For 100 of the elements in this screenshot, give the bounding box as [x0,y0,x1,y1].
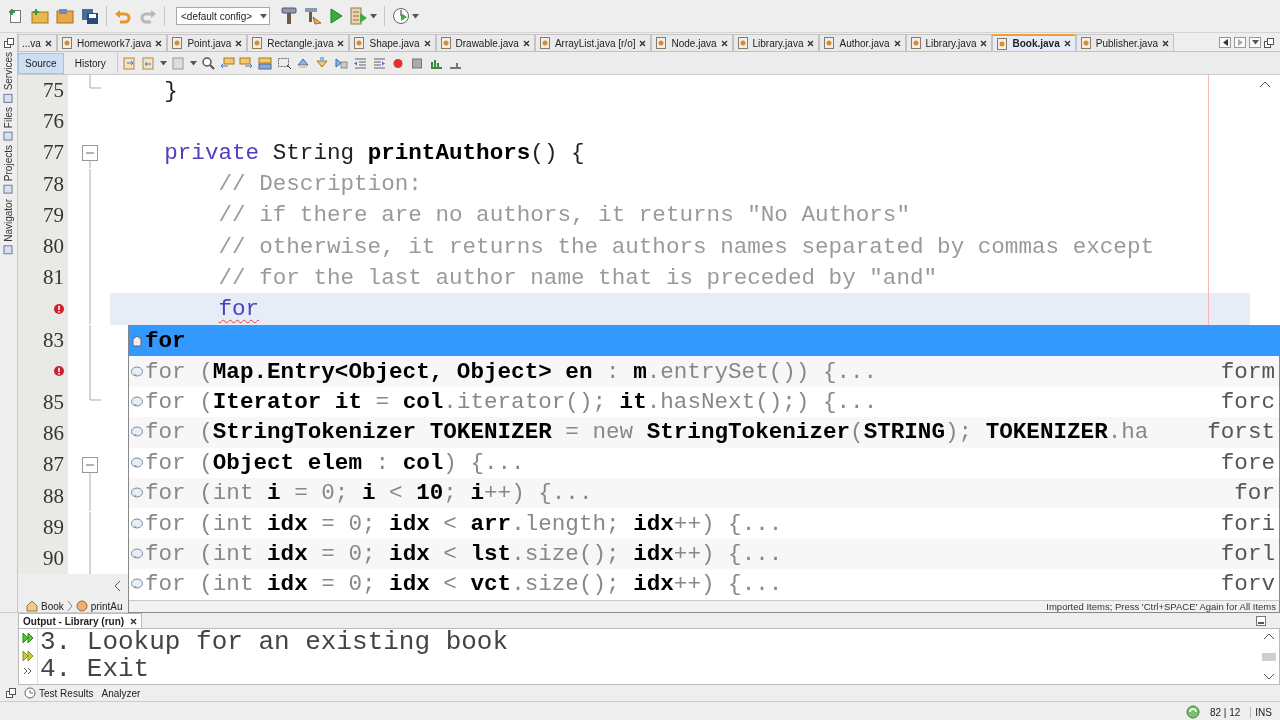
view-tab[interactable]: Source [18,52,64,74]
completion-item[interactable]: for (Iterator it = col.iterator(); it.hasNext();) {... forc [129,386,1279,418]
hammer-icon[interactable] [281,7,297,25]
side-panel-tab[interactable]: Navigator [3,198,14,255]
file-tab[interactable]: Book.java [992,34,1076,51]
find-next-icon[interactable] [238,55,254,71]
minimize-icon[interactable] [1256,615,1266,626]
caret-position: 82 | 12 [1209,706,1241,718]
stop-icon[interactable] [409,55,425,71]
close-icon[interactable] [44,39,52,47]
caret-icon[interactable] [189,60,197,66]
highlight-icon[interactable] [257,55,273,71]
scrollbar-thumb[interactable] [1262,652,1276,661]
caret-icon[interactable] [260,13,268,19]
rerun-icon[interactable] [22,632,34,644]
file-tab[interactable]: ArrayList.java [r/o] [534,34,652,51]
config-dropdown[interactable]: <default config> [176,7,270,25]
file-tab[interactable]: Library.java [905,34,993,51]
close-icon[interactable] [130,617,138,625]
caret-icon[interactable] [412,13,419,19]
scroll-left-icon[interactable] [114,581,120,591]
close-icon[interactable] [720,39,728,47]
close-icon[interactable] [980,39,988,47]
fold-toggle-icon[interactable] [82,457,98,481]
caret-icon[interactable] [370,13,377,19]
bookmarks-icon[interactable] [333,55,349,71]
close-icon[interactable] [337,39,345,47]
code-text: // Description: [218,171,422,198]
bottom-tab[interactable]: Test Results [39,687,94,699]
template-icon [131,426,143,439]
fold-toggle-icon[interactable] [82,145,98,169]
close-icon[interactable] [522,39,530,47]
file-tab[interactable]: Drawable.java [435,34,535,51]
restore-icon[interactable] [3,38,14,48]
line-number: 75 [43,78,64,104]
output-tab[interactable]: Output - Library (run) [18,612,143,629]
file-tab[interactable]: Publisher.java [1075,34,1174,51]
left-arrow-icon [1222,39,1228,46]
new-project-icon[interactable] [31,8,49,24]
breadcrumb[interactable]: printAu [90,600,123,612]
close-icon[interactable] [893,39,901,47]
line-number: 77 [43,140,64,166]
file-tab[interactable]: Rectangle.java [247,34,350,51]
line-number: 87 [43,452,64,478]
file-tab[interactable]: Author.java [819,34,906,51]
side-panel-tab[interactable]: Projects [3,145,14,195]
side-panel-tab[interactable]: Files [3,107,14,142]
file-tab[interactable]: Library.java [732,34,820,51]
java-file-icon [251,37,264,49]
completion-item[interactable]: for (Map.Entry<Object, Object> en : m.entrySet()) {... form [129,356,1279,387]
java-file-icon [909,37,922,49]
code-text: // if there are no authors, it returns "No Authors" [218,202,910,229]
caret-icon[interactable] [159,60,167,66]
run-icon[interactable] [329,8,343,24]
java-file-icon [171,37,184,49]
scroll-up-icon[interactable] [1264,633,1274,639]
file-tab[interactable]: Node.java [651,34,733,51]
scroll-up-icon[interactable] [1260,81,1270,87]
close-icon[interactable] [235,39,243,47]
scroll-left-button[interactable] [1219,37,1231,48]
side-panel-tab[interactable]: Services [3,52,14,104]
rerun-icon[interactable] [22,650,34,662]
code-text: for [218,295,260,322]
completion-item[interactable]: for (int idx = 0; idx < lst.size(); idx++) {... forl [129,538,1279,570]
file-tab[interactable]: Homework7.java [56,34,168,51]
selection-icon[interactable] [276,55,292,71]
save-all-icon[interactable] [81,8,99,24]
scroll-down-icon[interactable] [1264,674,1274,680]
close-icon[interactable] [155,39,163,47]
bottom-tab[interactable]: Analyzer [101,687,141,699]
file-tab[interactable]: ...va [18,34,57,51]
view-tab[interactable]: History [67,52,113,74]
completion-item[interactable]: for (int i = 0; i < 10; i++) {... for [129,477,1279,509]
completion-item[interactable]: for (Object elem : col) {... fore [129,447,1279,478]
line-number: 85 [43,389,64,415]
completion-shortcut: form [1220,358,1275,385]
template-icon [131,517,143,530]
completion-item[interactable]: for (int idx = 0; idx < arr.length; idx++) {... fori [129,508,1279,539]
hammer-brush-icon[interactable] [304,7,322,25]
file-tab[interactable]: Shape.java [349,34,436,51]
refresh-icon[interactable] [1185,705,1200,719]
close-icon[interactable] [807,39,815,47]
gauge-icon[interactable] [392,7,410,25]
restore-icon[interactable] [6,688,16,698]
more-icon[interactable] [24,668,32,674]
completion-item[interactable]: for (int idx = 0; idx < vct.size(); idx++) {... forv [129,569,1279,600]
close-icon[interactable] [1063,40,1071,47]
java-file-icon [1079,37,1092,49]
restore-icon[interactable] [1264,37,1274,48]
file-tab[interactable]: Point.java [167,34,248,51]
find-icon[interactable] [200,55,216,71]
close-icon[interactable] [423,39,431,47]
new-file-icon[interactable] [8,8,24,24]
close-icon[interactable] [639,39,647,47]
completion-item[interactable]: for (StringTokenizer TOKENIZER = new StringTokenizer(STRING); TOKENIZER.ha forst [129,417,1279,448]
completion-item[interactable]: for [129,326,1279,357]
breadcrumb[interactable]: Book [41,600,64,612]
line-number: 78 [43,171,64,197]
open-folder-icon[interactable] [56,8,74,24]
close-icon[interactable] [1162,39,1169,47]
